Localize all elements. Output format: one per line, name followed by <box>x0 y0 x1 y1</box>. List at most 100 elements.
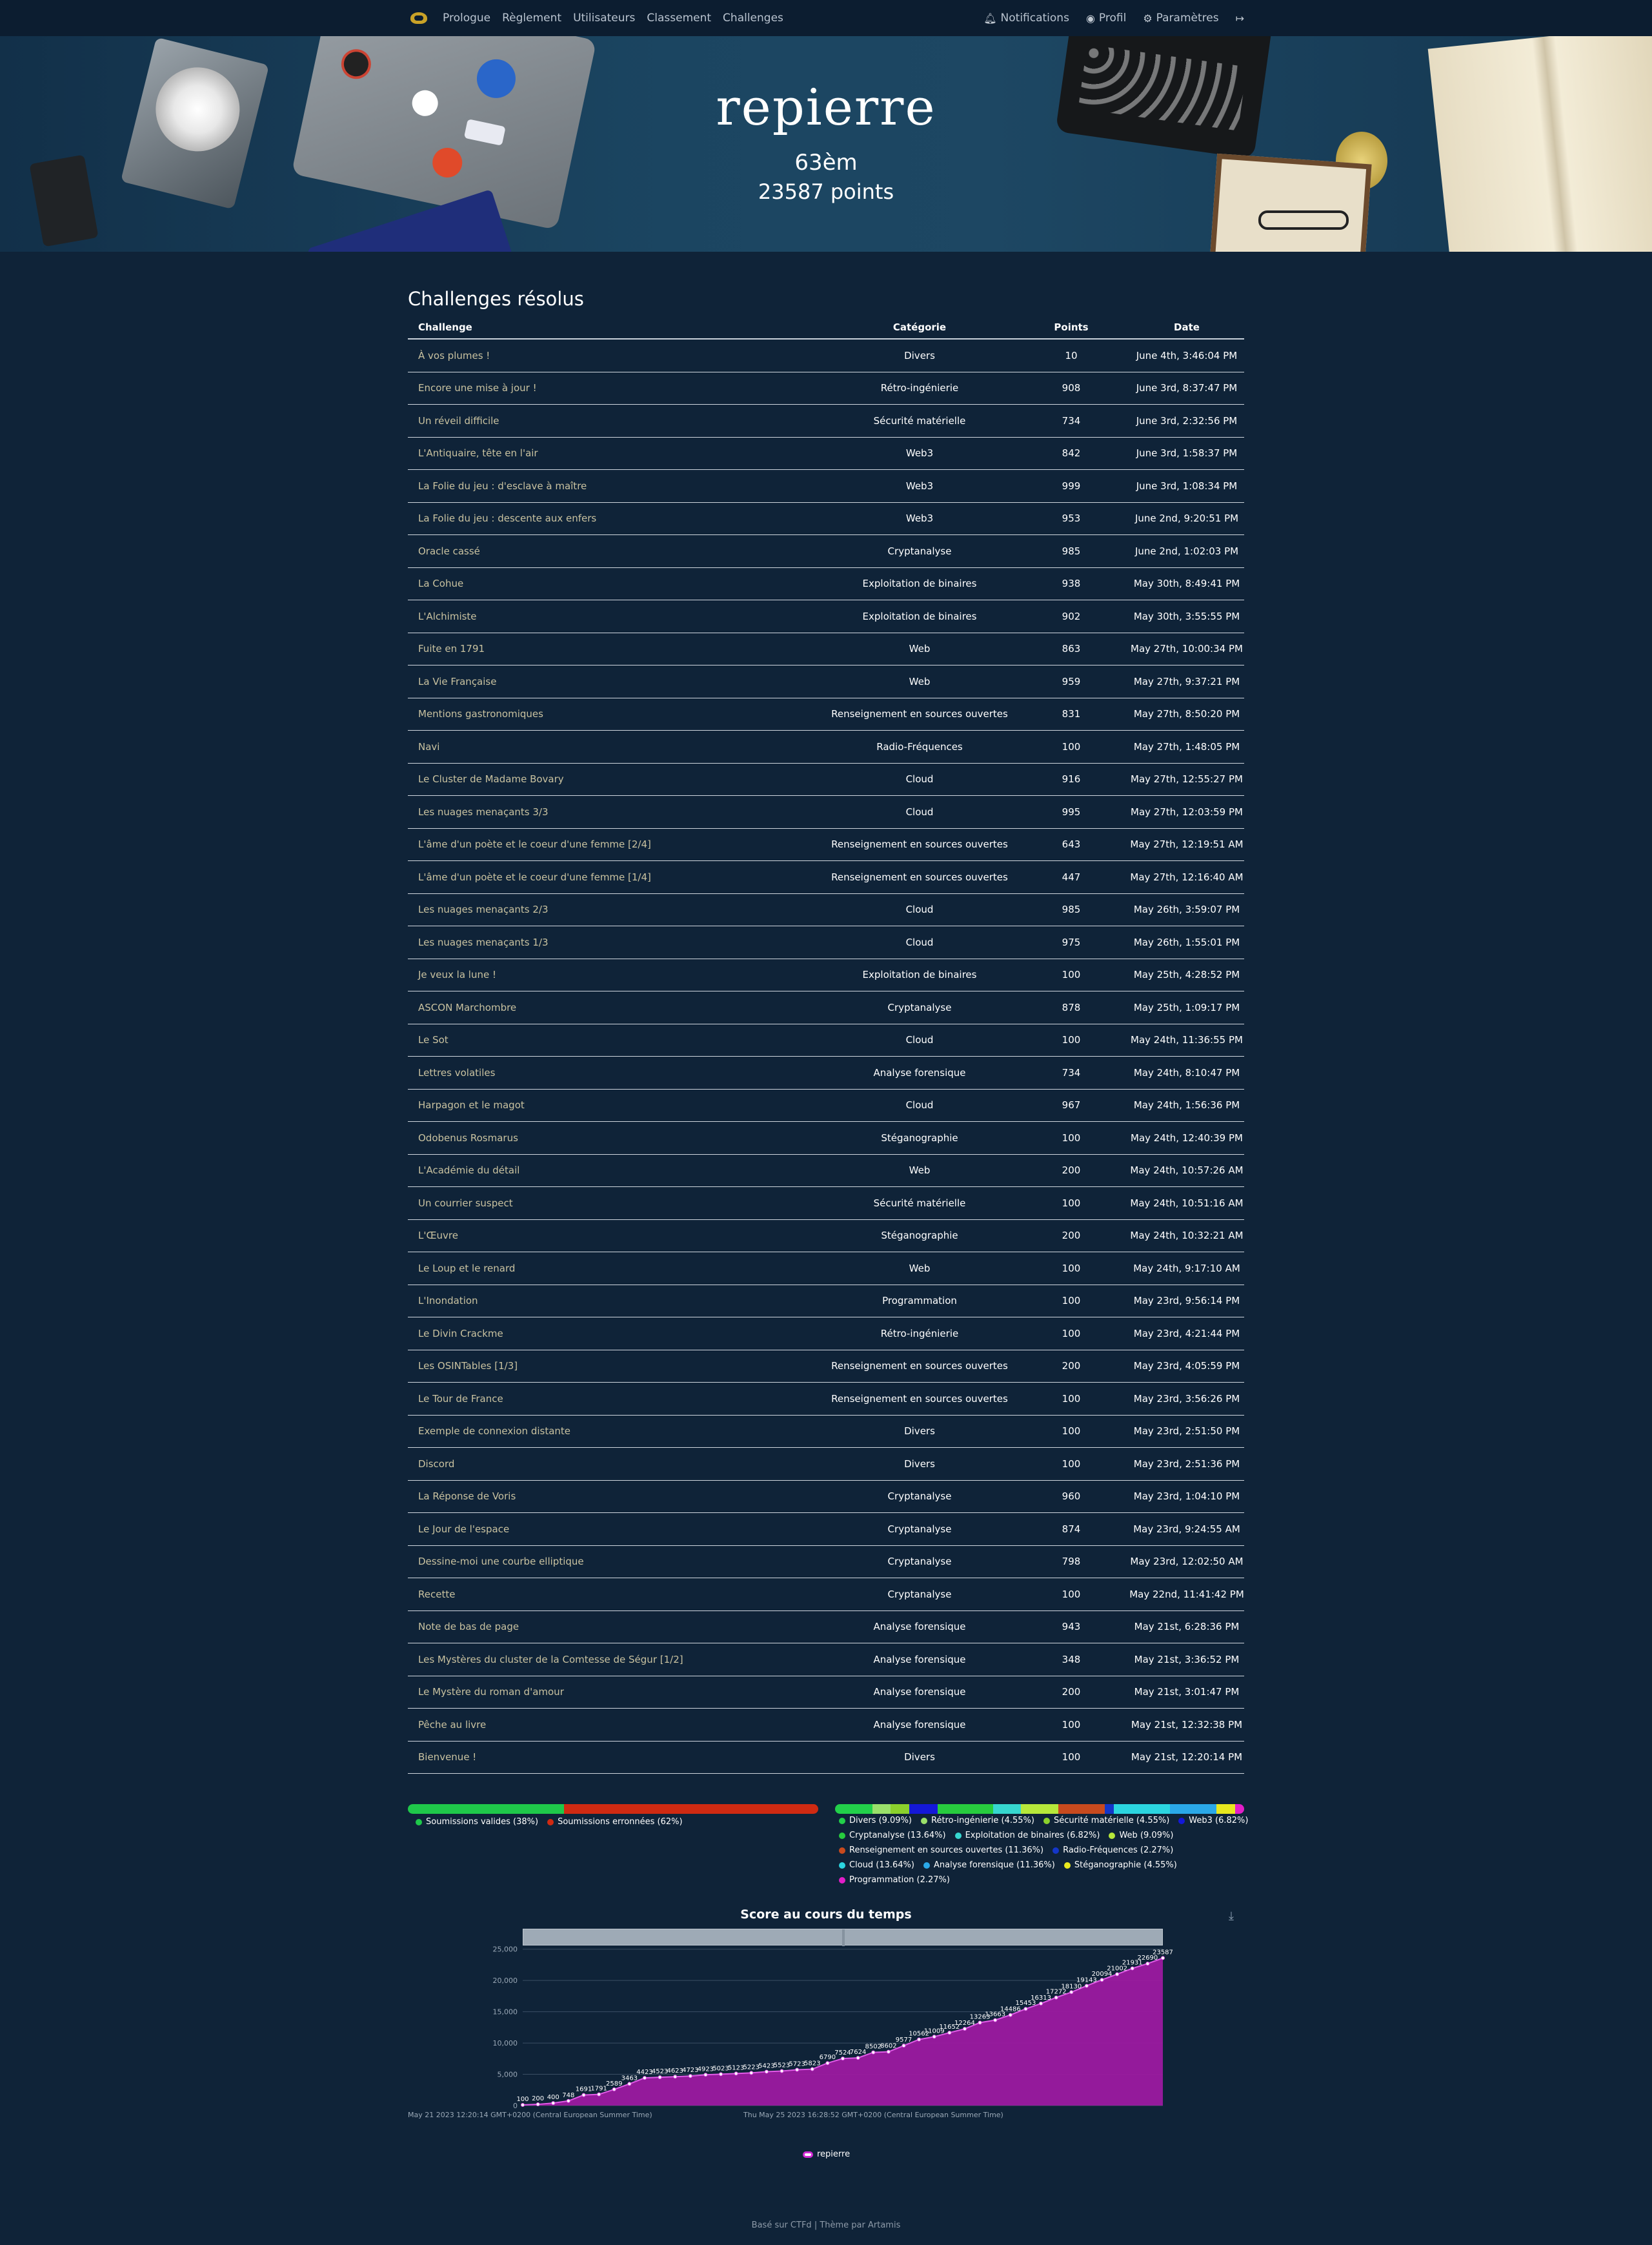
challenge-link[interactable]: L'Académie du détail <box>408 1164 826 1176</box>
points-cell: 967 <box>1062 1099 1081 1112</box>
points-cell: 100 <box>1062 1718 1081 1731</box>
nav-notifications[interactable]: 🔔︎ Notifications <box>983 12 1069 25</box>
category-legend-item[interactable]: Exploitation de binaires (6.82%) <box>954 1831 1100 1840</box>
challenge-link[interactable]: Note de bas de page <box>408 1621 826 1632</box>
brand-logo[interactable] <box>408 10 428 26</box>
challenge-link[interactable]: Mentions gastronomiques <box>408 708 826 720</box>
challenge-link[interactable]: Bienvenue ! <box>408 1751 826 1763</box>
challenge-link[interactable]: L'Alchimiste <box>408 611 826 622</box>
nav-profile[interactable]: ◉ Profil <box>1086 12 1126 25</box>
challenge-link[interactable]: L'Inondation <box>408 1295 826 1306</box>
category-cell: Programmation <box>882 1295 957 1307</box>
category-legend-item[interactable]: Web (9.09%) <box>1109 1831 1173 1840</box>
challenge-link[interactable]: Je veux la lune ! <box>408 969 826 980</box>
challenge-link[interactable]: Le Mystère du roman d'amour <box>408 1686 826 1698</box>
chart-legend[interactable]: repierre <box>803 2149 850 2159</box>
header-challenge: Challenge <box>418 321 472 333</box>
challenge-link[interactable]: Lettres volatiles <box>408 1067 826 1079</box>
challenge-link[interactable]: Les nuages menaçants 2/3 <box>408 904 826 915</box>
challenge-link[interactable]: Un courrier suspect <box>408 1197 826 1209</box>
points-cell: 100 <box>1062 1588 1081 1600</box>
category-legend-item[interactable]: Cryptanalyse (13.64%) <box>839 1831 946 1840</box>
y-tick-label: 10,000 <box>493 2039 518 2047</box>
category-legend-item[interactable]: Divers (9.09%) <box>839 1816 912 1825</box>
challenge-link[interactable]: La Cohue <box>408 578 826 589</box>
legend-label: Stéganographie (4.55%) <box>1074 1860 1177 1870</box>
category-legend-item[interactable]: Programmation (2.27%) <box>839 1875 950 1885</box>
table-row: Dessine-moi une courbe elliptique Cryptan… <box>408 1546 1244 1578</box>
challenge-link[interactable]: Le Tour de France <box>408 1393 826 1405</box>
submissions-legend-item[interactable]: Soumissions erronnées (62%) <box>547 1817 683 1827</box>
challenge-link[interactable]: L'âme d'un poète et le coeur d'une femme… <box>408 838 826 850</box>
challenge-link[interactable]: Encore une mise à jour ! <box>408 382 826 394</box>
nav-challenges[interactable]: Challenges <box>723 12 783 25</box>
category-legend-item[interactable]: Analyse forensique (11.36%) <box>923 1860 1055 1870</box>
nav-prologue[interactable]: Prologue <box>443 12 490 25</box>
category-cell: Web3 <box>905 480 934 492</box>
challenge-link[interactable]: L'Antiquaire, tête en l'air <box>408 447 826 459</box>
challenge-link[interactable]: Le Jour de l'espace <box>408 1523 826 1535</box>
challenge-link[interactable]: À vos plumes ! <box>408 350 826 361</box>
score-point <box>871 2050 876 2055</box>
challenge-link[interactable]: Pêche au livre <box>408 1719 826 1731</box>
category-legend-item[interactable]: Rétro-ingénierie (4.55%) <box>921 1816 1034 1825</box>
table-row: La Folie du jeu : descente aux enfers Web… <box>408 503 1244 535</box>
challenge-link[interactable]: La Folie du jeu : d'esclave à maître <box>408 480 826 492</box>
date-cell: May 30th, 8:49:41 PM <box>1133 578 1240 590</box>
category-legend-item[interactable]: Sécurité matérielle (4.55%) <box>1043 1816 1169 1825</box>
category-legend-item[interactable]: Radio-Fréquences (2.27%) <box>1053 1845 1173 1855</box>
score-point <box>917 2037 922 2042</box>
logout-link[interactable]: ↦ <box>1236 12 1244 25</box>
challenge-link[interactable]: La Réponse de Voris <box>408 1490 826 1502</box>
table-row: Les nuages menaçants 2/3 Cloud 985 May 26th… <box>408 894 1244 926</box>
table-header: Challenge Catégorie Points Date <box>408 316 1244 340</box>
challenge-link[interactable]: Odobenus Rosmarus <box>408 1132 826 1144</box>
date-cell: June 3rd, 1:58:37 PM <box>1136 447 1238 460</box>
challenge-link[interactable]: Exemple de connexion distante <box>408 1425 826 1437</box>
points-cell: 902 <box>1062 610 1081 622</box>
challenge-link[interactable]: Les nuages menaçants 1/3 <box>408 937 826 948</box>
challenge-link[interactable]: L'Œuvre <box>408 1230 826 1241</box>
challenge-link[interactable]: Un réveil difficile <box>408 415 826 427</box>
date-cell: May 23rd, 3:56:26 PM <box>1133 1392 1240 1405</box>
challenge-link[interactable]: Recette <box>408 1589 826 1600</box>
challenge-link[interactable]: Discord <box>408 1458 826 1470</box>
challenge-link[interactable]: La Vie Française <box>408 676 826 687</box>
category-legend-item[interactable]: Web3 (6.82%) <box>1178 1816 1248 1825</box>
challenge-link[interactable]: La Folie du jeu : descente aux enfers <box>408 513 826 524</box>
challenge-link[interactable]: L'âme d'un poète et le coeur d'une femme… <box>408 871 826 883</box>
challenge-link[interactable]: Oracle cassé <box>408 545 826 557</box>
challenge-link[interactable]: Le Sot <box>408 1034 826 1046</box>
challenge-link[interactable]: Dessine-moi une courbe elliptique <box>408 1556 826 1567</box>
user-circle-icon: ◉ <box>1085 12 1095 25</box>
challenge-link[interactable]: Navi <box>408 741 826 753</box>
nav-reglement[interactable]: Règlement <box>502 12 561 25</box>
challenge-link[interactable]: Le Cluster de Madame Bovary <box>408 773 826 785</box>
category-legend-item[interactable]: Renseignement en sources ouvertes (11.36… <box>839 1845 1043 1855</box>
challenge-link[interactable]: Le Divin Crackme <box>408 1328 826 1339</box>
table-row: La Vie Française Web 959 May 27th, 9:37:21 … <box>408 665 1244 698</box>
category-cell: Cryptanalyse <box>887 1001 952 1013</box>
points-cell: 960 <box>1062 1490 1081 1503</box>
score-data-label: 1691 <box>576 2086 592 2093</box>
logout-icon: ↦ <box>1235 12 1244 25</box>
score-data-label: 14486 <box>1000 2006 1021 2013</box>
download-icon[interactable]: ⤓ <box>1229 1909 1234 1923</box>
submissions-legend-item[interactable]: Soumissions valides (38%) <box>416 1817 538 1827</box>
challenge-link[interactable]: Fuite en 1791 <box>408 643 826 655</box>
nav-settings[interactable]: ⚙ Paramètres <box>1143 12 1218 25</box>
challenge-link[interactable]: Les Mystères du cluster de la Comtesse d… <box>408 1654 826 1665</box>
date-cell: May 27th, 12:16:40 AM <box>1130 871 1244 883</box>
category-legend-item[interactable]: Stéganographie (4.55%) <box>1063 1860 1177 1870</box>
nav-classement[interactable]: Classement <box>647 12 711 25</box>
challenge-link[interactable]: ASCON Marchombre <box>408 1002 826 1013</box>
nav-utilisateurs[interactable]: Utilisateurs <box>573 12 635 25</box>
challenge-link[interactable]: Les nuages menaçants 3/3 <box>408 806 826 818</box>
challenge-link[interactable]: Les OSINTables [1/3] <box>408 1360 826 1372</box>
table-row: L'âme d'un poète et le coeur d'une femme… <box>408 861 1244 894</box>
challenge-link[interactable]: Le Loup et le renard <box>408 1263 826 1274</box>
category-segment <box>1114 1804 1170 1814</box>
challenge-link[interactable]: Harpagon et le magot <box>408 1099 826 1111</box>
category-legend-item[interactable]: Cloud (13.64%) <box>839 1860 914 1870</box>
table-row: Un courrier suspect Sécurité matérielle 10… <box>408 1187 1244 1220</box>
